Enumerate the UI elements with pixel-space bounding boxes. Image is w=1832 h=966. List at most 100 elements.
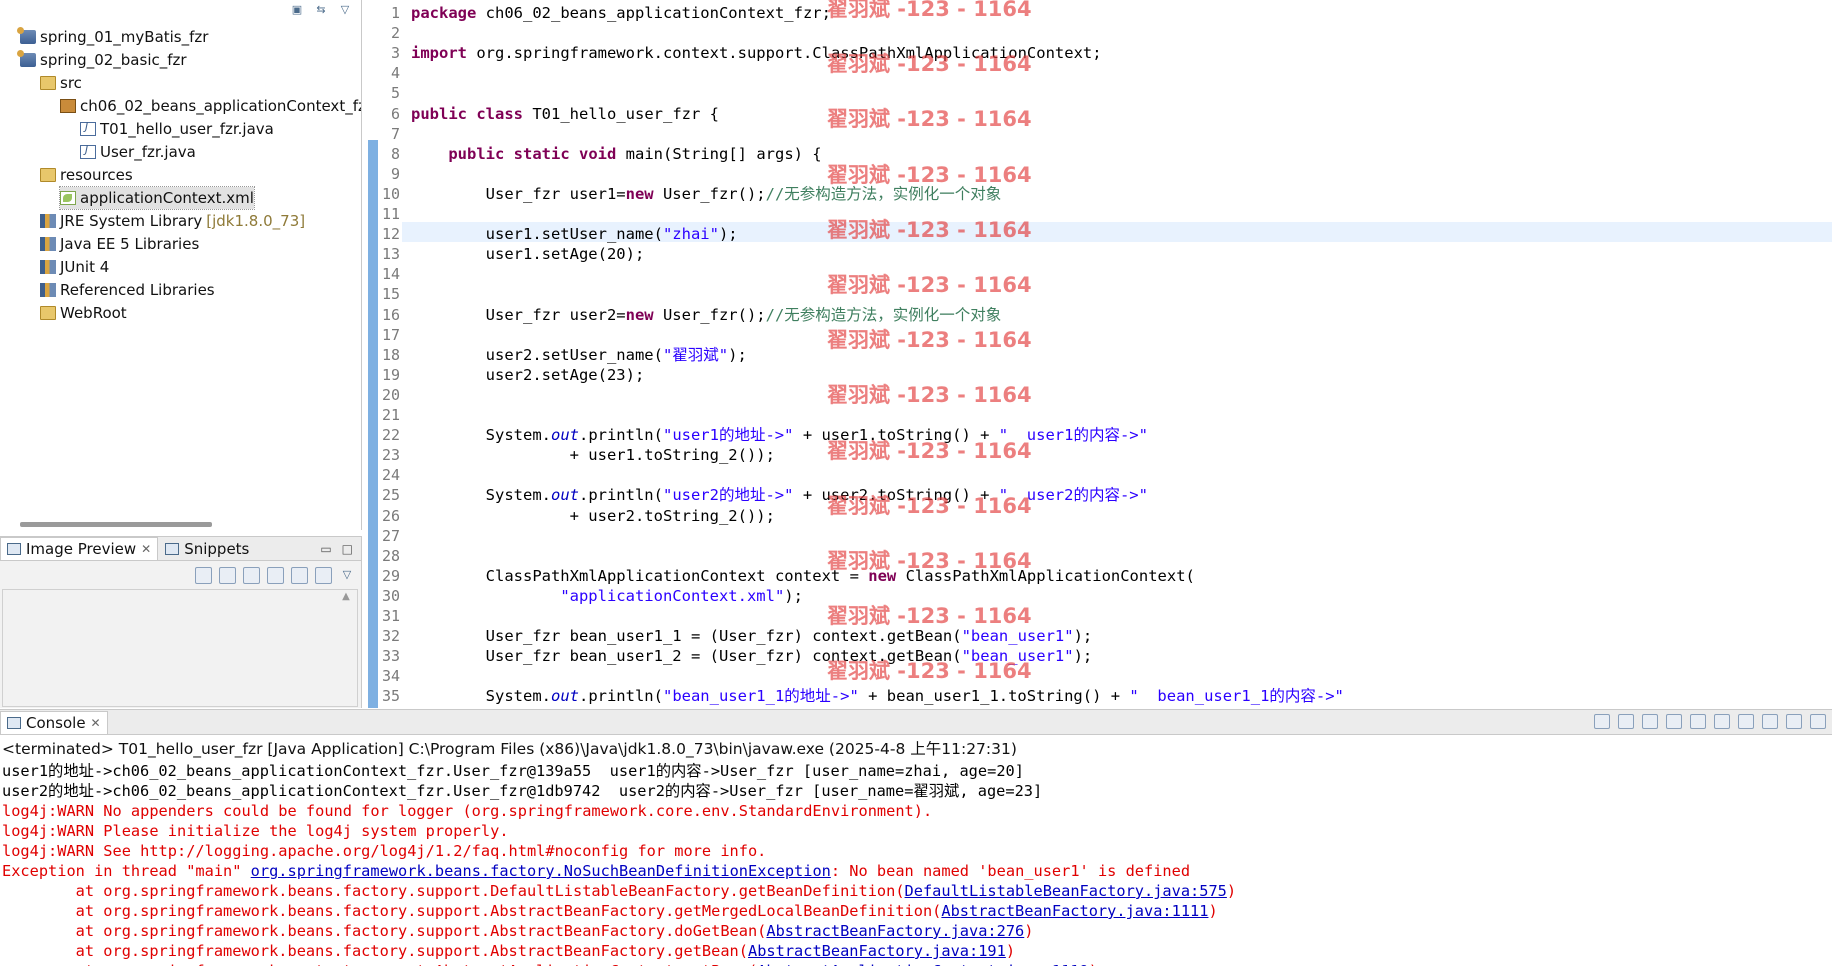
tree-item-label: Referenced Libraries (60, 281, 215, 299)
line-number: 28 (381, 546, 400, 565)
scroll-lock-icon[interactable] (1690, 714, 1706, 729)
code-token: .println( (578, 426, 663, 445)
line-number: 8 (390, 144, 400, 163)
minimize-icon[interactable]: ▭ (320, 542, 331, 556)
remove-launch-icon[interactable] (1618, 714, 1634, 729)
tree-item[interactable]: resources (40, 164, 133, 186)
tree-item[interactable]: T01_hello_user_fzr.java (80, 118, 274, 140)
line-number: 18 (381, 345, 400, 364)
link-with-editor-icon[interactable]: ⇆ (313, 2, 329, 16)
maximize-icon[interactable]: □ (342, 542, 353, 556)
console-link[interactable]: org.springframework.beans.factory.NoSuch… (251, 862, 831, 880)
tab-image-preview[interactable]: Image Preview ✕ (0, 537, 159, 560)
console-link[interactable]: DefaultListableBeanFactory.java:575 (905, 882, 1227, 900)
code-line[interactable]: import org.springframework.context.suppo… (411, 43, 1102, 63)
code-line[interactable]: User_fzr bean_user1_2 = (User_fzr) conte… (411, 646, 1093, 666)
code-line[interactable]: user1.setUser_name("zhai"); (411, 224, 738, 244)
tree-item[interactable]: applicationContext.xml (59, 186, 255, 210)
code-line[interactable]: User_fzr user2=new User_fzr();//无参构造方法，实… (411, 305, 1002, 325)
code-line[interactable]: + user1.toString_2()); (411, 445, 775, 465)
tree-item[interactable]: WebRoot (40, 302, 127, 324)
refresh-icon[interactable] (195, 567, 212, 584)
console-link[interactable]: AbstractBeanFactory.java:276 (766, 922, 1024, 940)
close-icon[interactable]: ✕ (141, 542, 151, 556)
horizontal-scrollbar[interactable] (20, 522, 212, 527)
tree-item[interactable]: JRE System Library [jdk1.8.0_73] (40, 210, 305, 232)
code-line[interactable]: System.out.println("user2的地址->" + user2.… (411, 485, 1148, 505)
console-line[interactable]: user2的地址->ch06_02_beans_applicationConte… (2, 781, 1042, 801)
zoom-out-icon[interactable] (243, 567, 260, 584)
scroll-up-icon[interactable]: ▲ (338, 591, 354, 705)
console-link[interactable]: AbstractApplicationContext.java:1119 (757, 962, 1089, 966)
zoom-in-icon[interactable] (267, 567, 284, 584)
show-on-stderr-icon[interactable] (1738, 714, 1754, 729)
fit-window-icon[interactable] (315, 567, 332, 584)
tree-item[interactable]: src (40, 72, 82, 94)
code-line[interactable]: User_fzr user1=new User_fzr();//无参构造方法，实… (411, 184, 1002, 204)
tree-item[interactable]: Java EE 5 Libraries (40, 233, 199, 255)
show-on-stdout-icon[interactable] (1714, 714, 1730, 729)
code-token: ); (1073, 647, 1093, 666)
console-line[interactable]: log4j:WARN Please initialize the log4j s… (2, 821, 509, 841)
terminate-icon[interactable] (1594, 714, 1610, 729)
tree-item-label: src (60, 74, 82, 92)
console-line[interactable]: at org.springframework.beans.factory.sup… (2, 901, 1218, 921)
line-number: 6 (390, 104, 400, 123)
tree-item[interactable]: JUnit 4 (40, 256, 109, 278)
tree-item[interactable]: User_fzr.java (80, 141, 196, 163)
code-line[interactable]: public static void main(String[] args) { (411, 144, 821, 164)
console-line[interactable]: Exception in thread "main" org.springfra… (2, 861, 1190, 881)
tree-item[interactable]: ch06_02_beans_applicationContext_fzr (60, 95, 361, 117)
code-line[interactable]: package ch06_02_beans_applicationContext… (411, 3, 831, 23)
console-line[interactable]: at org.springframework.beans.factory.sup… (2, 941, 1015, 961)
line-number: 34 (381, 667, 400, 686)
tree-item[interactable]: spring_02_basic_fzr (17, 49, 187, 71)
code-token: void (579, 144, 617, 163)
code-token: ); (718, 225, 738, 244)
code-token: ); (728, 345, 747, 364)
pin-console-icon[interactable] (1762, 714, 1778, 729)
code-token: ); (784, 586, 803, 605)
console-text: : No bean named 'bean_user1' is defined (830, 862, 1191, 880)
console-line[interactable]: log4j:WARN See http://logging.apache.org… (2, 841, 766, 861)
view-menu-icon[interactable]: ▽ (339, 567, 355, 581)
tab-console[interactable]: Console ✕ (0, 711, 108, 734)
console-text: log4j:WARN No appenders could be found f… (2, 802, 933, 820)
code-line[interactable]: System.out.println("bean_user1_1的地址->" +… (411, 686, 1344, 706)
tree-item-label: resources (60, 166, 133, 184)
code-line[interactable]: public class T01_hello_user_fzr { (411, 104, 719, 124)
code-line[interactable]: + user2.toString_2()); (411, 506, 775, 526)
code-line[interactable]: user2.setUser_name("翟羽斌"); (411, 345, 747, 365)
actual-size-icon[interactable] (291, 567, 308, 584)
code-line[interactable]: User_fzr bean_user1_1 = (User_fzr) conte… (411, 626, 1093, 646)
tree-item[interactable]: spring_01_myBatis_fzr (17, 26, 208, 48)
remove-all-terminated-icon[interactable] (1642, 714, 1658, 729)
view-menu-icon[interactable]: ▽ (337, 2, 353, 16)
code-token: org.springframework.context.support.Clas… (467, 44, 1102, 63)
console-link[interactable]: AbstractBeanFactory.java:1111 (941, 902, 1208, 920)
console-line[interactable]: at org.springframework.beans.factory.sup… (2, 921, 1034, 941)
code-token: ); (1073, 627, 1093, 646)
open-console-icon[interactable] (1810, 714, 1826, 729)
console-line[interactable]: log4j:WARN No appenders could be found f… (2, 801, 932, 821)
code-line[interactable]: user1.setAge(20); (411, 244, 645, 264)
project-icon (17, 50, 36, 67)
fit-image-icon[interactable] (219, 567, 236, 584)
display-console-icon[interactable] (1786, 714, 1802, 729)
code-line[interactable]: System.out.println("user1的地址->" + user1.… (411, 425, 1148, 445)
console-line[interactable]: at org.springframework.beans.factory.sup… (2, 881, 1236, 901)
code-line[interactable]: user2.setAge(23); (411, 365, 645, 385)
tree-item[interactable]: Referenced Libraries (40, 279, 215, 301)
source-folder-icon (40, 168, 56, 182)
close-icon[interactable]: ✕ (91, 716, 101, 730)
tab-snippets[interactable]: Snippets (158, 537, 256, 560)
line-number: 25 (381, 486, 400, 505)
console-link[interactable]: AbstractBeanFactory.java:191 (748, 942, 1006, 960)
code-line[interactable]: "applicationContext.xml"); (411, 586, 803, 606)
console-line[interactable]: user1的地址->ch06_02_beans_applicationConte… (2, 761, 1024, 781)
collapse-all-icon[interactable]: ▣ (289, 2, 305, 16)
console-line[interactable]: at org.springframework.context.support.A… (2, 961, 1098, 966)
clear-console-icon[interactable] (1666, 714, 1682, 729)
code-line[interactable]: ClassPathXmlApplicationContext context =… (411, 566, 1195, 586)
code-token: out (550, 486, 579, 505)
